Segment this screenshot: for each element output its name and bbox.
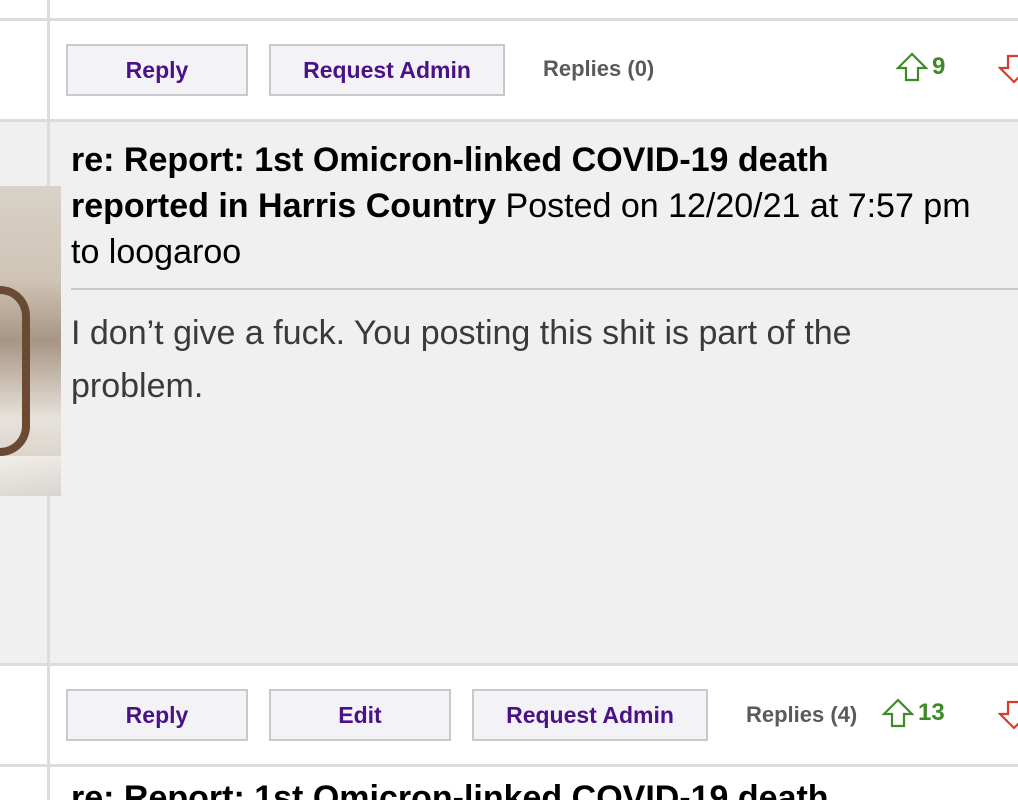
arrow-down-icon[interactable]: [998, 54, 1018, 84]
arrow-down-icon[interactable]: [998, 700, 1018, 730]
replies-count-link[interactable]: Replies (4): [746, 702, 857, 728]
arrow-up-icon: [882, 698, 914, 728]
post-action-bar: Reply Edit Request Admin Replies (4) 13: [0, 666, 1018, 764]
next-post-title[interactable]: re: Report: 1st Omicron-linked COVID-19 …: [71, 779, 829, 800]
top-action-bar: Reply Request Admin Replies (0) 9: [0, 21, 1018, 119]
reply-button[interactable]: Reply: [66, 44, 248, 96]
edit-button[interactable]: Edit: [269, 689, 451, 741]
upvote-control[interactable]: 9: [896, 52, 945, 82]
reply-button[interactable]: Reply: [66, 689, 248, 741]
avatar-hair-shape: [0, 286, 30, 456]
upvote-count: 9: [932, 53, 946, 80]
post-top-border: [0, 119, 1018, 122]
upvote-count: 13: [918, 699, 945, 726]
request-admin-button[interactable]: Request Admin: [472, 689, 708, 741]
request-admin-button[interactable]: Request Admin: [269, 44, 505, 96]
arrow-up-icon: [896, 52, 928, 82]
post-body: I don’t give a fuck. You posting this sh…: [71, 314, 852, 405]
replies-count-link[interactable]: Replies (0): [543, 56, 654, 82]
user-avatar[interactable]: [0, 186, 61, 496]
post-header-divider: [71, 288, 1018, 290]
upvote-control[interactable]: 13: [882, 698, 945, 728]
next-post-top-border: [0, 764, 1018, 767]
post-header: re: Report: 1st Omicron-linked COVID-19 …: [71, 137, 971, 275]
avatar-collar-shape: [0, 456, 61, 496]
